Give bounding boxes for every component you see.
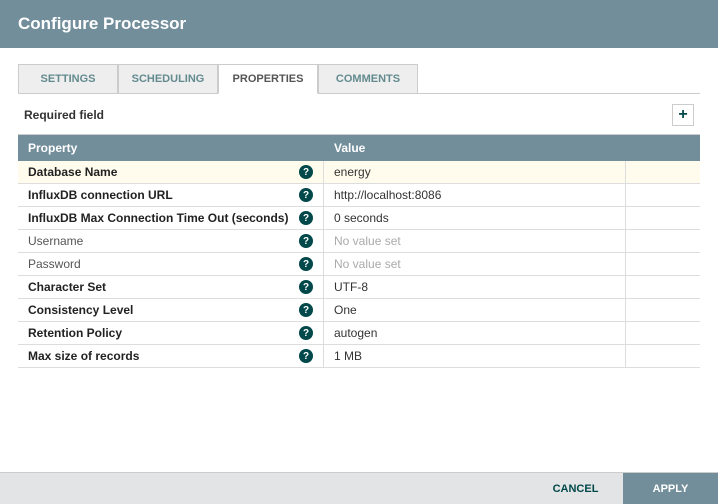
tabs-bar: SETTINGS SCHEDULING PROPERTIES COMMENTS <box>18 64 700 94</box>
property-name-cell: Username ? <box>18 230 324 252</box>
property-action-cell <box>626 345 700 367</box>
plus-icon: + <box>678 106 687 124</box>
column-header-value: Value <box>324 135 700 161</box>
column-header-property: Property <box>18 135 324 161</box>
table-row[interactable]: Database Name ? energy <box>18 161 700 184</box>
property-name-cell: InfluxDB Max Connection Time Out (second… <box>18 207 324 229</box>
help-icon[interactable]: ? <box>299 349 313 363</box>
property-name-cell: Password ? <box>18 253 324 275</box>
help-icon[interactable]: ? <box>299 165 313 179</box>
property-value: No value set <box>334 257 401 271</box>
properties-table-body: Database Name ? energy InfluxDB connecti… <box>18 161 700 368</box>
help-icon[interactable]: ? <box>299 234 313 248</box>
property-name-cell: Max size of records ? <box>18 345 324 367</box>
property-name: Retention Policy <box>28 326 122 340</box>
property-name-cell: InfluxDB connection URL ? <box>18 184 324 206</box>
property-value: autogen <box>334 326 377 340</box>
dialog-header: Configure Processor <box>0 0 718 48</box>
property-name: Consistency Level <box>28 303 133 317</box>
tab-settings[interactable]: SETTINGS <box>18 64 118 93</box>
tab-comments[interactable]: COMMENTS <box>318 64 418 93</box>
help-icon[interactable]: ? <box>299 303 313 317</box>
table-row[interactable]: Character Set ? UTF-8 <box>18 276 700 299</box>
property-value-cell[interactable]: 0 seconds <box>324 207 626 229</box>
property-name: Database Name <box>28 165 117 179</box>
property-value: One <box>334 303 357 317</box>
add-property-button[interactable]: + <box>672 104 694 126</box>
property-value-cell[interactable]: autogen <box>324 322 626 344</box>
help-icon[interactable]: ? <box>299 280 313 294</box>
property-name: Username <box>28 234 83 248</box>
table-row[interactable]: Max size of records ? 1 MB <box>18 345 700 368</box>
table-row[interactable]: Username ? No value set <box>18 230 700 253</box>
property-name-cell: Consistency Level ? <box>18 299 324 321</box>
property-name: Max size of records <box>28 349 139 363</box>
help-icon[interactable]: ? <box>299 326 313 340</box>
table-row[interactable]: Consistency Level ? One <box>18 299 700 322</box>
property-value: 0 seconds <box>334 211 389 225</box>
property-value-cell[interactable]: UTF-8 <box>324 276 626 298</box>
property-action-cell <box>626 322 700 344</box>
property-value-cell[interactable]: energy <box>324 161 626 183</box>
property-name: InfluxDB connection URL <box>28 188 173 202</box>
property-action-cell <box>626 230 700 252</box>
property-action-cell <box>626 207 700 229</box>
property-value-cell[interactable]: http://localhost:8086 <box>324 184 626 206</box>
table-row[interactable]: InfluxDB Max Connection Time Out (second… <box>18 207 700 230</box>
property-action-cell <box>626 253 700 275</box>
dialog-footer: CANCEL APPLY <box>0 472 718 504</box>
apply-button[interactable]: APPLY <box>623 473 718 504</box>
dialog-content: SETTINGS SCHEDULING PROPERTIES COMMENTS … <box>0 48 718 368</box>
property-name: Character Set <box>28 280 106 294</box>
property-value: energy <box>334 165 371 179</box>
help-icon[interactable]: ? <box>299 188 313 202</box>
property-value-cell[interactable]: One <box>324 299 626 321</box>
tab-scheduling[interactable]: SCHEDULING <box>118 64 218 93</box>
property-value: UTF-8 <box>334 280 368 294</box>
required-field-label: Required field <box>24 108 104 122</box>
property-action-cell <box>626 276 700 298</box>
property-value-cell[interactable]: No value set <box>324 230 626 252</box>
property-name: InfluxDB Max Connection Time Out (second… <box>28 211 288 225</box>
help-icon[interactable]: ? <box>299 257 313 271</box>
property-value-cell[interactable]: No value set <box>324 253 626 275</box>
properties-table-header: Property Value <box>18 135 700 161</box>
property-value: 1 MB <box>334 349 362 363</box>
property-name-cell: Database Name ? <box>18 161 324 183</box>
table-row[interactable]: InfluxDB connection URL ? http://localho… <box>18 184 700 207</box>
properties-subheader: Required field + <box>18 94 700 135</box>
table-row[interactable]: Password ? No value set <box>18 253 700 276</box>
property-name: Password <box>28 257 81 271</box>
property-name-cell: Retention Policy ? <box>18 322 324 344</box>
dialog-title: Configure Processor <box>18 14 700 34</box>
property-value: No value set <box>334 234 401 248</box>
table-row[interactable]: Retention Policy ? autogen <box>18 322 700 345</box>
property-value-cell[interactable]: 1 MB <box>324 345 626 367</box>
help-icon[interactable]: ? <box>299 211 313 225</box>
property-value: http://localhost:8086 <box>334 188 441 202</box>
property-name-cell: Character Set ? <box>18 276 324 298</box>
property-action-cell <box>626 299 700 321</box>
cancel-button[interactable]: CANCEL <box>528 473 623 504</box>
property-action-cell <box>626 184 700 206</box>
tab-properties[interactable]: PROPERTIES <box>218 64 318 94</box>
property-action-cell <box>626 161 700 183</box>
